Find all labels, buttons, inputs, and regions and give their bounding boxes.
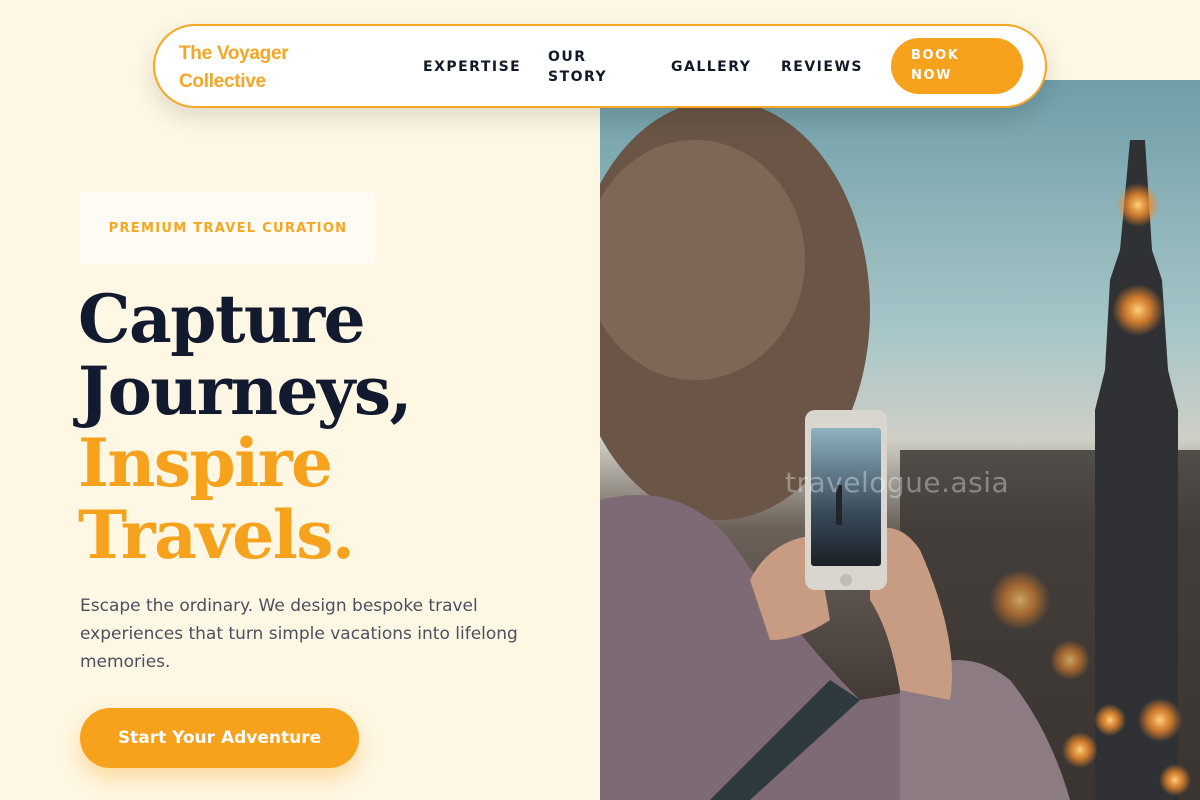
hero-photo: travelogue.asia (600, 80, 1200, 800)
image-watermark: travelogue.asia (785, 466, 1010, 499)
premium-badge: PREMIUM TRAVEL CURATION (80, 192, 376, 264)
nav-link-expertise[interactable]: EXPERTISE (423, 57, 521, 77)
headline-line-travels: Travels. (78, 496, 355, 574)
book-now-button[interactable]: BOOK NOW (891, 38, 1023, 94)
headline-line-capture: Capture (78, 280, 366, 358)
hero-headline: Capture Journeys, Inspire Travels. (78, 280, 412, 574)
nav-link-reviews[interactable]: REVIEWS (781, 57, 863, 77)
start-adventure-button[interactable]: Start Your Adventure (80, 708, 359, 768)
headline-line-inspire: Inspire (78, 424, 333, 502)
hero-photo-illustration (600, 80, 1200, 800)
headline-line-journeys: Journeys, (78, 352, 412, 430)
hero-subtext: Escape the ordinary. We design bespoke t… (80, 596, 518, 672)
nav-link-our-story[interactable]: OUR STORY (548, 47, 628, 87)
brand-logo[interactable]: The Voyager Collective (179, 40, 329, 96)
navigation-bar: The Voyager Collective EXPERTISE OUR STO… (153, 24, 1047, 108)
nav-link-gallery[interactable]: GALLERY (671, 57, 751, 77)
